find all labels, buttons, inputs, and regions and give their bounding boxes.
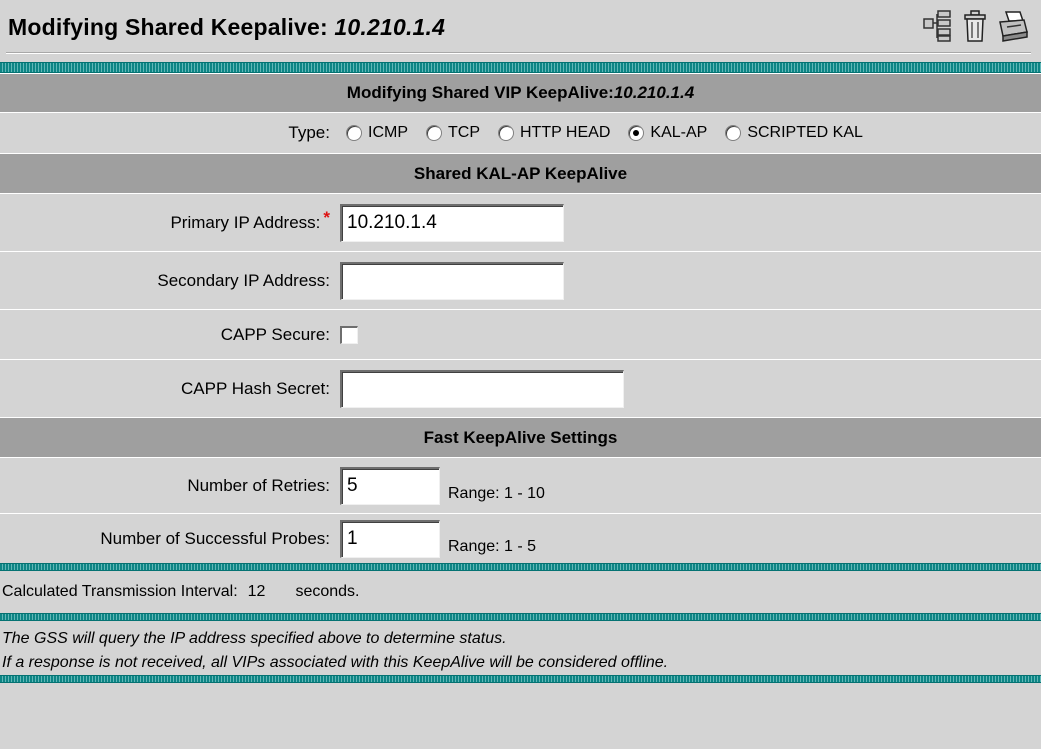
page: Modifying Shared Keepalive: 10.210.1.4 M… (0, 0, 1041, 749)
info-note-line2: If a response is not received, all VIPs … (2, 654, 669, 671)
capp-hash-value (332, 369, 624, 408)
print-icon[interactable] (997, 8, 1029, 44)
primary-ip-input[interactable] (340, 203, 564, 242)
info-note-line1: The GSS will query the IP address specif… (2, 630, 507, 647)
radio-button[interactable] (426, 125, 442, 141)
radio-label: KAL-AP (650, 124, 708, 141)
primary-ip-row: Primary IP Address: * (0, 193, 1041, 251)
info-note: The GSS will query the IP address specif… (0, 621, 1041, 675)
calc-interval-value: 12 (247, 583, 266, 600)
probes-input[interactable] (340, 519, 440, 558)
capp-secure-label: CAPP Secure: (220, 324, 330, 344)
primary-ip-label-text: Primary IP Address: (170, 212, 321, 232)
calc-interval-unit: seconds. (295, 583, 360, 600)
type-radio-group: ICMP TCP HTTP HEAD KAL-AP SCRIPTED KAL (332, 124, 863, 142)
radio-selected-dot (633, 130, 640, 136)
primary-ip-label: Primary IP Address: * (0, 208, 332, 233)
capp-hash-label: CAPP Hash Secret: (181, 378, 330, 398)
probes-range: Range: 1 - 5 (448, 537, 537, 555)
radio-label: TCP (448, 124, 480, 141)
capp-hash-input[interactable] (340, 369, 624, 408)
type-label: Type: (288, 123, 330, 142)
type-row: Type: ICMP TCP HTTP HEAD KAL-AP SCRIPTED… (0, 112, 1041, 153)
capp-hash-row: CAPP Hash Secret: (0, 359, 1041, 417)
secondary-ip-row: Secondary IP Address: (0, 251, 1041, 309)
header-divider (6, 53, 1031, 54)
capp-secure-row: CAPP Secure: (0, 309, 1041, 359)
radio-label: HTTP HEAD (520, 124, 611, 141)
page-title: Modifying Shared Keepalive: 10.210.1.4 (8, 14, 445, 41)
capp-secure-checkbox[interactable] (340, 325, 358, 344)
tree-icon[interactable] (921, 8, 953, 44)
section-header-kalap: Shared KAL-AP KeepAlive (0, 153, 1041, 193)
section-header-modify: Modifying Shared VIP KeepAlive: 10.210.1… (0, 73, 1041, 112)
section-header-fast: Fast KeepAlive Settings (0, 417, 1041, 457)
page-title-ip: 10.210.1.4 (334, 14, 446, 40)
radio-http-head[interactable]: HTTP HEAD (498, 124, 610, 142)
retries-range: Range: 1 - 10 (448, 484, 545, 502)
probes-label: Number of Successful Probes: (100, 528, 330, 548)
probes-value: Range: 1 - 5 (332, 519, 537, 558)
divider-stripe (0, 675, 1041, 683)
radio-tcp[interactable]: TCP (426, 124, 480, 142)
radio-button-selected[interactable] (628, 125, 645, 141)
retries-label: Number of Retries: (187, 475, 330, 495)
page-title-prefix: Modifying Shared Keepalive: (8, 14, 335, 40)
calc-interval-label: Calculated Transmission Interval: (2, 583, 238, 600)
radio-icmp[interactable]: ICMP (346, 124, 408, 142)
capp-secure-value (332, 325, 358, 344)
required-mark: * (323, 207, 330, 227)
radio-kal-ap[interactable]: KAL-AP (628, 124, 707, 142)
retries-input[interactable] (340, 466, 440, 505)
calc-interval-row: Calculated Transmission Interval: 12 sec… (0, 571, 1041, 613)
secondary-ip-input[interactable] (340, 261, 564, 300)
secondary-ip-label: Secondary IP Address: (157, 270, 330, 290)
toolbar (921, 8, 1029, 44)
divider-stripe (0, 613, 1041, 621)
probes-row: Number of Successful Probes: Range: 1 - … (0, 513, 1041, 563)
primary-ip-value (332, 203, 564, 242)
radio-button[interactable] (725, 125, 742, 141)
radio-scripted-kal[interactable]: SCRIPTED KAL (725, 124, 863, 142)
divider-stripe (0, 563, 1041, 571)
radio-button[interactable] (346, 125, 362, 141)
retries-value: Range: 1 - 10 (332, 466, 545, 505)
section-title-prefix: Modifying Shared VIP KeepAlive: (346, 83, 614, 102)
radio-label: SCRIPTED KAL (747, 124, 863, 141)
trash-icon[interactable] (959, 8, 991, 44)
radio-button[interactable] (498, 125, 514, 141)
radio-label: ICMP (368, 124, 408, 141)
retries-row: Number of Retries: Range: 1 - 10 (0, 457, 1041, 513)
secondary-ip-value (332, 261, 564, 300)
section-title-ip: 10.210.1.4 (613, 83, 695, 102)
page-header: Modifying Shared Keepalive: 10.210.1.4 (0, 0, 1041, 62)
divider-stripe (0, 62, 1041, 73)
